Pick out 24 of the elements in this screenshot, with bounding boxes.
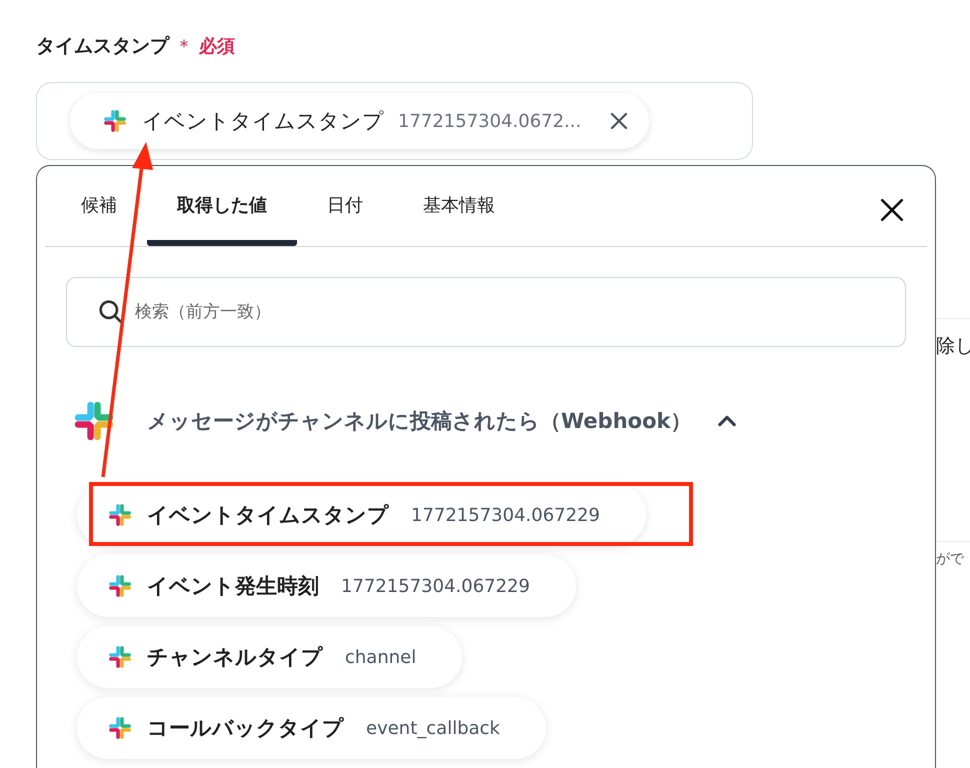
list-item[interactable]: イベント発生時刻 1772157304.067229	[77, 555, 576, 617]
chip-value: 1772157304.0672...	[398, 110, 582, 132]
close-icon[interactable]	[879, 197, 905, 223]
tab[interactable]: 日付	[297, 166, 393, 246]
slack-icon	[107, 715, 133, 741]
search-field[interactable]: 検索（前方一致）	[66, 277, 906, 347]
slack-icon	[102, 108, 128, 134]
tab[interactable]: 候補	[45, 166, 147, 246]
list-item[interactable]: チャンネルタイプ channel	[77, 626, 462, 688]
value-chip[interactable]: イベントタイムスタンプ 1772157304.0672...	[70, 93, 650, 149]
required-text: 必須	[199, 35, 235, 58]
required-mark: ＊	[175, 35, 193, 58]
input-field[interactable]: イベントタイムスタンプ 1772157304.0672...	[36, 82, 753, 160]
background-text: がで	[936, 550, 966, 568]
close-icon[interactable]	[609, 111, 630, 131]
slack-icon	[107, 573, 133, 599]
list-item[interactable]: コールバックタイプ event_callback	[77, 697, 546, 759]
chip-name: イベントタイムスタンプ	[142, 108, 384, 135]
tab[interactable]: 取得した値	[147, 166, 297, 246]
slack-icon	[107, 502, 133, 528]
tab[interactable]: 基本情報	[393, 166, 525, 246]
field-label: タイムスタンプ	[36, 34, 169, 59]
group-header[interactable]: メッセージがチャンネルに投稿されたら（Webhook）	[71, 373, 927, 469]
slack-icon	[107, 644, 133, 670]
